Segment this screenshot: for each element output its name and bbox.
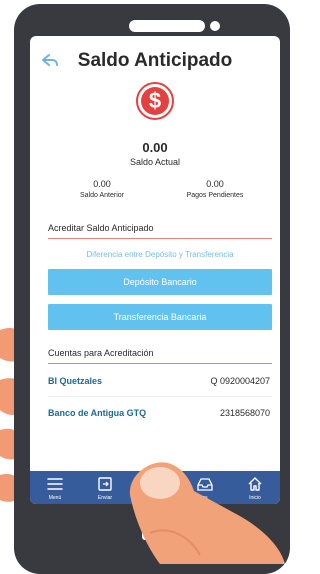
tab-label: Enviar <box>97 495 113 501</box>
tab-label: Menú <box>48 495 62 501</box>
tab-inbox[interactable]: os <box>180 471 230 504</box>
dollar-symbol: $ <box>141 87 169 115</box>
tab-label: Inicio <box>249 495 261 501</box>
account-name[interactable]: Banco de Antigua GTQ <box>48 408 146 418</box>
send-icon <box>98 477 112 491</box>
menu-icon <box>47 478 63 490</box>
credit-section-title: Acreditar Saldo Anticipado <box>48 223 154 233</box>
transfer-button[interactable]: Transferencia Bancaria <box>48 304 272 330</box>
tab-center[interactable] <box>130 471 180 504</box>
phone-home-button[interactable] <box>142 518 190 540</box>
phone-camera <box>210 21 220 31</box>
current-balance-label: Saldo Actual <box>129 157 181 167</box>
pending-payments: 0.00 <box>206 179 224 189</box>
inbox-icon <box>197 478 213 491</box>
center-icon <box>149 478 161 490</box>
phone-speaker <box>129 20 205 32</box>
accounts-section-divider <box>48 363 272 364</box>
account-number[interactable]: Q 0920004207 <box>210 376 270 386</box>
page-title: Saldo Anticipado <box>77 50 233 71</box>
bottom-tab-bar: Menú Enviar os Inicio <box>30 471 280 504</box>
credit-section-divider <box>48 238 272 239</box>
previous-balance: 0.00 <box>93 179 111 189</box>
home-icon <box>248 477 262 491</box>
account-divider <box>48 396 272 397</box>
account-number[interactable]: 2318568070 <box>220 408 270 418</box>
tab-menu[interactable]: Menú <box>30 471 80 504</box>
tab-home[interactable]: Inicio <box>230 471 280 504</box>
current-balance: 0.00 <box>142 140 168 155</box>
pending-payments-label: Pagos Pendientes <box>186 192 244 199</box>
account-name[interactable]: BI Quetzales <box>48 376 102 386</box>
difference-link[interactable]: Diferencia entre Depósito y Transferenci… <box>48 250 272 259</box>
accounts-section-title: Cuentas para Acreditación <box>48 348 154 358</box>
deposit-button[interactable]: Depósito Bancario <box>48 269 272 295</box>
previous-balance-label: Saldo Anterior <box>80 192 124 199</box>
tab-label: os <box>202 495 208 501</box>
dollar-icon: $ <box>136 82 174 120</box>
app-screen: Saldo Anticipado $ 0.00 Saldo Actual 0.0… <box>30 36 280 504</box>
tab-send[interactable]: Enviar <box>80 471 130 504</box>
